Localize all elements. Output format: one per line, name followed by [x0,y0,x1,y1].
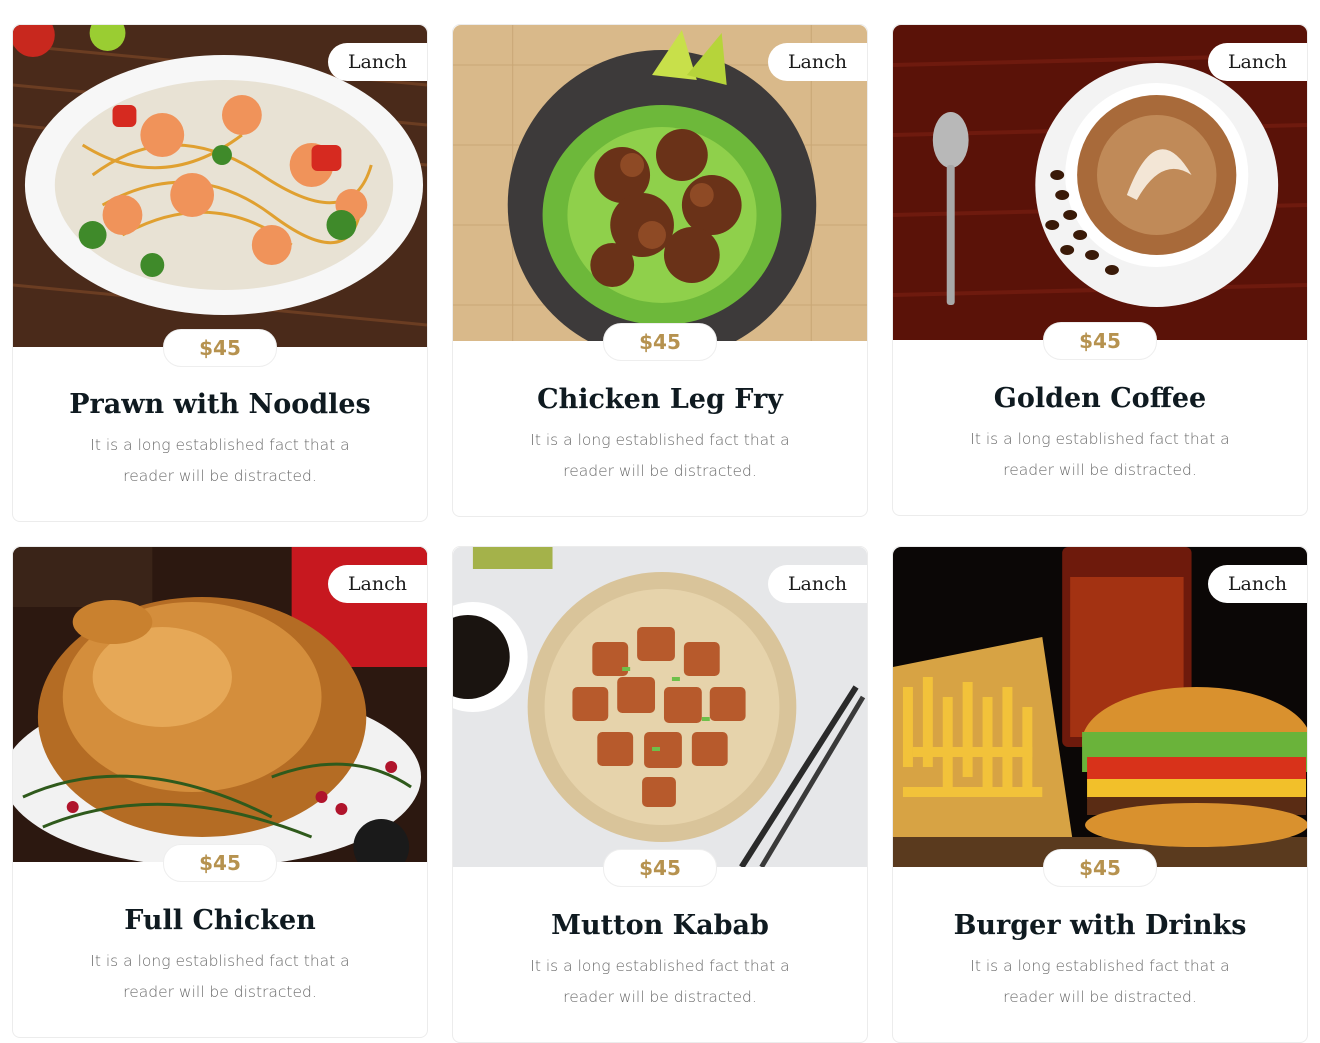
dish-title[interactable]: Prawn with Noodles [13,389,427,420]
dish-title[interactable]: Full Chicken [13,905,427,936]
dish-description: It is a long established fact that a rea… [530,957,790,1006]
price-badge: $45 [163,329,277,367]
category-tag: Lanch [327,565,427,603]
food-image-burger-drinks: Lanch [893,547,1307,867]
category-tag: Lanch [327,43,427,81]
category-tag: Lanch [1207,43,1307,81]
price-badge: $45 [603,849,717,887]
price-badge: $45 [163,844,277,882]
dish-description: It is a long established fact that a rea… [970,430,1230,479]
menu-card[interactable]: Lanch $45 Full Chicken It is a long esta… [12,546,428,1038]
category-tag: Lanch [767,43,867,81]
dish-description: It is a long established fact that a rea… [970,957,1230,1006]
price-badge: $45 [1043,849,1157,887]
price-badge: $45 [1043,322,1157,360]
menu-card[interactable]: Lanch $45 Prawn with Noodles It is a lon… [12,24,428,522]
dish-title[interactable]: Mutton Kabab [453,910,867,941]
dish-description: It is a long established fact that a rea… [530,431,790,480]
menu-grid: Lanch $45 Prawn with Noodles It is a lon… [0,0,1320,1043]
food-image-golden-coffee: Lanch [893,25,1307,340]
price-badge: $45 [603,323,717,361]
food-image-mutton-kabab: Lanch [453,547,867,867]
category-tag: Lanch [1207,565,1307,603]
dish-description: It is a long established fact that a rea… [90,952,350,1001]
menu-card[interactable]: Lanch $45 Golden Coffee It is a long est… [892,24,1308,516]
food-image-full-chicken: Lanch [13,547,427,862]
dish-title[interactable]: Chicken Leg Fry [453,384,867,415]
dish-title[interactable]: Golden Coffee [893,383,1307,414]
food-image-chicken-leg-fry: Lanch [453,25,867,341]
dish-title[interactable]: Burger with Drinks [893,910,1307,941]
food-image-prawn-noodles: Lanch [13,25,427,347]
dish-description: It is a long established fact that a rea… [90,436,350,485]
menu-card[interactable]: Lanch $45 Burger with Drinks It is a lon… [892,546,1308,1043]
category-tag: Lanch [767,565,867,603]
menu-card[interactable]: Lanch $45 Mutton Kabab It is a long esta… [452,546,868,1043]
menu-card[interactable]: Lanch $45 Chicken Leg Fry It is a long e… [452,24,868,517]
